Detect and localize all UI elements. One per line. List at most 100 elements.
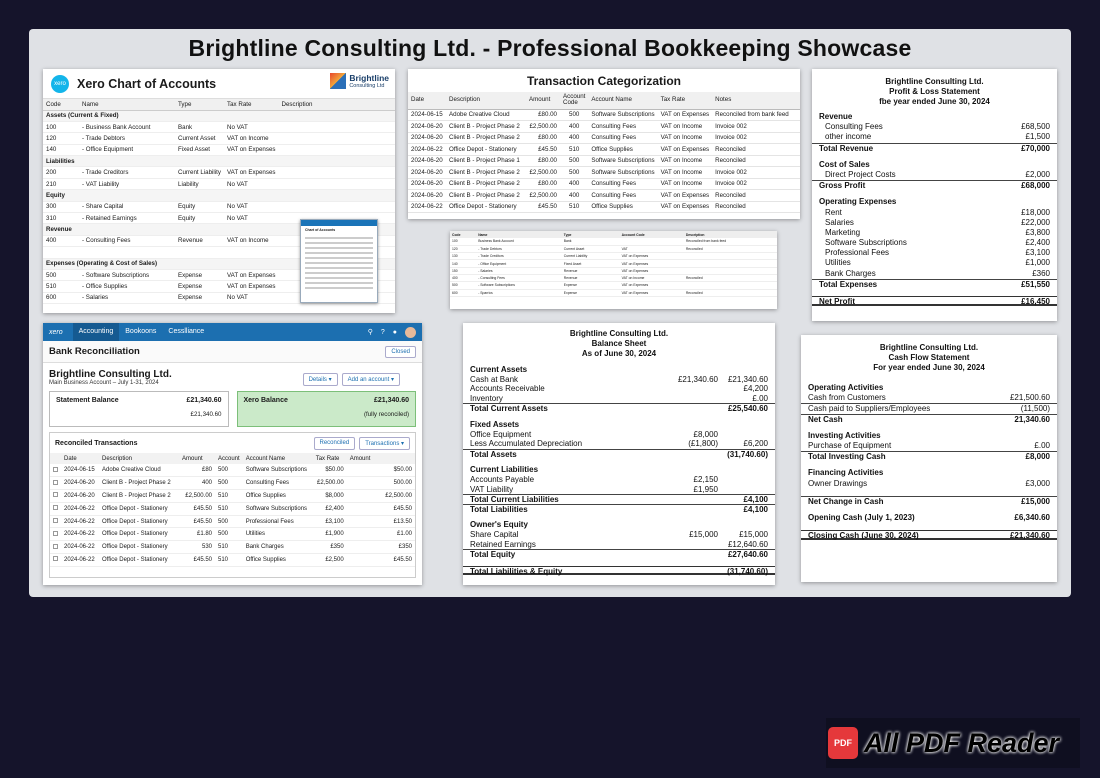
tx-cell: 2024-06-22 <box>408 201 446 213</box>
br-row[interactable]: 2024-06-20 Client B - Project Phase 2 400 5… <box>50 476 415 491</box>
xero-balance-sub: (fully reconciled) <box>363 411 409 418</box>
brightline-mark-icon <box>330 73 347 89</box>
tx-row[interactable]: 2024-06-22 Office Depot - Stationery £45.5… <box>408 143 800 156</box>
bs-values: £2,150 <box>668 475 768 485</box>
pl-value: £70,000 <box>1021 143 1050 153</box>
bs-value-a: £21,340.60 <box>677 374 718 384</box>
br-row[interactable]: 2024-06-22 Office Depot - Stationery £45.5… <box>50 502 415 516</box>
pl-label: Software Subscriptions <box>825 238 907 248</box>
row-checkbox[interactable] <box>53 530 58 536</box>
row-checkbox[interactable] <box>53 543 58 549</box>
br-row[interactable]: 2024-06-22 Office Depot - Stationery 530 51… <box>50 540 415 555</box>
tx-cell: Client B - Project Phase 2 <box>446 132 526 144</box>
br-checkbox-cell <box>50 515 61 529</box>
bs-row: Current Liabilities <box>463 465 775 475</box>
cf-row: Purchase of Equipment £.00 <box>801 441 1057 451</box>
br-row[interactable]: 2024-06-22 Office Depot - Stationery £45.5… <box>50 515 415 529</box>
tx-row[interactable]: 2024-06-20 Client B - Project Phase 1 £80.… <box>408 155 800 167</box>
tx-row[interactable]: 2024-06-20 Client B - Project Phase 2 £2,5… <box>408 189 800 202</box>
tx-row[interactable]: 2024-06-22 Office Depot - Stationery £45.5… <box>408 201 800 213</box>
tx-cell: £80.00 <box>526 132 560 144</box>
br-col-header: Account Name <box>242 453 313 464</box>
mini-cell: - Trade Creditors <box>476 252 562 261</box>
mini-cell: Reconciled <box>683 274 777 283</box>
tx-cell: 2024-06-20 <box>408 166 446 179</box>
br-col-header: Date <box>61 453 99 464</box>
bs-label: Share Capital <box>470 529 519 539</box>
search-icon[interactable]: ⚲ <box>368 328 373 336</box>
pl-heading-label: Cost of Sales <box>819 159 870 169</box>
cf-row: Owner Drawings £3,000 <box>801 479 1057 489</box>
row-checkbox[interactable] <box>53 466 58 472</box>
pl-row: Salaries £22,000 <box>812 218 1057 228</box>
bs-value-a: £2,150 <box>693 474 718 484</box>
br-cell: Professional Fees <box>242 515 313 529</box>
add-account-button[interactable]: Add an account ▾ <box>341 373 400 386</box>
avatar[interactable] <box>405 326 416 338</box>
cf-label: Opening Cash (July 1, 2023) <box>808 512 915 522</box>
coa-cell-description <box>278 144 395 157</box>
closed-button[interactable]: Closed <box>385 345 416 358</box>
br-cell: £45.50 <box>346 502 415 516</box>
mini-cell: Current Asset <box>561 245 620 254</box>
br-col-header: Amount <box>179 453 215 464</box>
pl-label: other income <box>825 132 872 142</box>
row-checkbox[interactable] <box>53 556 58 562</box>
bs-value-a <box>668 394 718 404</box>
row-checkbox[interactable] <box>53 518 58 524</box>
bs-value-c: £4,100 <box>743 504 768 514</box>
row-checkbox[interactable] <box>53 492 58 498</box>
bs-label: Accounts Payable <box>470 474 535 484</box>
tx-row[interactable]: 2024-06-15 Adobe Creative Cloud £80.00 500 S… <box>408 109 800 121</box>
row-checkbox[interactable] <box>53 505 58 511</box>
pl-row: Gross Profit £68,000 <box>812 180 1057 190</box>
tx-row[interactable]: 2024-06-20 Client B - Project Phase 2 £2,5… <box>408 120 800 133</box>
br-cell: Office Depot - Stationery <box>99 502 179 516</box>
cf-label: Cash paid to Suppliers/Employees <box>808 404 931 414</box>
coa-popup-thumbnail[interactable]: Chart of Accounts <box>300 219 378 303</box>
reconciled-transactions: Reconciled Transactions Reconciled Transac… <box>49 432 416 578</box>
pl-title: Profit & Loss Statement <box>889 87 980 96</box>
pl-value: £2,000 <box>1025 169 1050 179</box>
br-col-header: Tax Rate <box>312 453 347 464</box>
bs-label: Current Liabilities <box>470 465 539 475</box>
tx-row[interactable]: 2024-06-20 Client B - Project Phase 2 £2,5… <box>408 166 800 179</box>
help-icon[interactable]: ? <box>381 329 385 336</box>
row-checkbox[interactable] <box>53 479 58 485</box>
mini-cell <box>683 252 777 261</box>
tx-row[interactable]: 2024-06-20 Client B - Project Phase 2 £80.… <box>408 178 800 190</box>
bs-values: £25,540.60 <box>668 404 768 413</box>
mini-cell: VAT <box>619 245 684 254</box>
tx-cell: Office Depot - Stationery <box>446 143 526 156</box>
coa-cell-name: - Software Subscriptions <box>79 269 175 282</box>
br-cell: 510 <box>215 502 243 516</box>
tab-bookoons[interactable]: Bookoons <box>119 323 162 341</box>
bs-values: £4,100 <box>668 495 768 504</box>
tx-row[interactable]: 2024-06-20 Client B - Project Phase 2 £80.… <box>408 132 800 144</box>
tab-accounting[interactable]: Accounting <box>72 323 120 341</box>
bs-value-a: (£1,800) <box>688 439 718 449</box>
br-cell: £2,500.00 <box>312 476 347 491</box>
details-button[interactable]: Details ▾ <box>302 373 338 386</box>
bs-value-c <box>718 485 768 495</box>
br-row[interactable]: 2024-06-22 Office Depot - Stationery £1.80… <box>50 527 415 542</box>
bs-value-c: £4,100 <box>743 495 768 505</box>
tx-cell: Office Supplies <box>588 201 658 213</box>
coa-cell-tax: No VAT <box>224 212 279 225</box>
bs-value-c: £15,000 <box>739 529 768 539</box>
br-cell: £1,900 <box>312 527 347 542</box>
reconciled-button[interactable]: Reconciled <box>313 436 356 450</box>
br-row[interactable]: 2024-06-15 Adobe Creative Cloud £80 500 Soft… <box>50 464 415 478</box>
br-cell: Bank Charges <box>242 540 313 555</box>
bs-label: Retained Earnings <box>470 539 536 549</box>
br-cell: £45.50 <box>346 553 415 567</box>
br-row[interactable]: 2024-06-22 Office Depot - Stationery £45.5… <box>50 553 415 567</box>
tab-cesslliance[interactable]: Cesslliance <box>162 323 210 341</box>
br-row[interactable]: 2024-06-20 Client B - Project Phase 2 £2,5… <box>50 489 415 503</box>
pl-body: Revenue Consulting Fees £68,500 other incom… <box>812 107 1057 307</box>
transactions-dropdown[interactable]: Transactions ▾ <box>359 436 410 450</box>
bs-row: Less Accumulated Depreciation (£1,800) £6,… <box>463 439 775 449</box>
bs-row: Accounts Receivable £4,200 <box>463 384 775 394</box>
notification-icon[interactable]: ● <box>393 329 397 336</box>
